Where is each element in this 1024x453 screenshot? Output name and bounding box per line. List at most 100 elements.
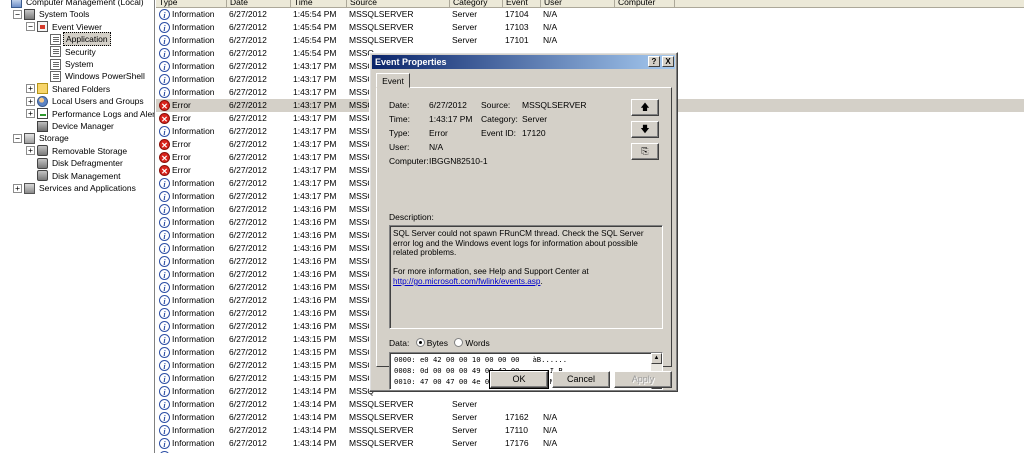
description-text: SQL Server could not spawn FRunCM thread… (393, 229, 644, 277)
apply-button[interactable]: Apply (614, 371, 672, 388)
column-header-category[interactable]: Category (450, 0, 503, 8)
type-label: Error (172, 139, 191, 149)
column-header-computer[interactable]: Computer (615, 0, 675, 8)
bytes-radio[interactable] (415, 338, 425, 347)
category-cell: Server (452, 425, 478, 435)
tree-item[interactable]: + Performance Logs and Alerts (26, 108, 154, 120)
column-header-event[interactable]: Event (503, 0, 541, 8)
type-label: Information (172, 399, 215, 409)
tree-item[interactable]: Windows PowerShell (39, 70, 147, 82)
time-cell: 1:43:14 PM (293, 399, 337, 409)
tree-item[interactable]: − Storage (13, 132, 71, 144)
description-box[interactable]: SQL Server could not spawn FRunCM thread… (389, 225, 663, 329)
cancel-button[interactable]: Cancel (552, 371, 610, 388)
date-cell: 6/27/2012 (229, 243, 267, 253)
close-button[interactable]: X (662, 56, 674, 67)
time-cell: 1:43:16 PM (293, 321, 337, 331)
information-icon: i (159, 334, 170, 345)
tree-item[interactable]: Security (39, 46, 98, 58)
tree-item[interactable]: Device Manager (26, 120, 116, 132)
source-cell: MSSQLSERVER (349, 425, 414, 435)
column-header-date[interactable]: Date (227, 0, 291, 8)
table-row[interactable]: iInformation6/27/20121:43:14 PMMSSQLSERV… (156, 398, 1024, 411)
tree-item[interactable]: − Event Viewer (26, 21, 104, 33)
column-header-type[interactable]: Type (156, 0, 227, 8)
dialog-titlebar[interactable]: Event Properties ? X (372, 55, 675, 69)
tab-event[interactable]: Event (376, 73, 410, 88)
expand-icon[interactable]: + (26, 96, 35, 106)
type-label: Information (172, 230, 215, 240)
table-row[interactable]: i Information 6/27/2012 1:45:54 PM MSSQLSERV… (156, 8, 1024, 21)
time-cell: 1:43:16 PM (293, 295, 337, 305)
time-cell: 1:43:17 PM (293, 61, 337, 71)
help-button[interactable]: ? (648, 56, 660, 67)
date-cell: 6/27/2012 (229, 74, 267, 84)
column-header-source[interactable]: Source (347, 0, 450, 8)
type-cell: iInformation (159, 21, 227, 34)
ok-button[interactable]: OK (489, 370, 549, 389)
user-cell: N/A (543, 35, 558, 45)
column-header-user[interactable]: User (541, 0, 615, 8)
tree-item[interactable]: Disk Defragmenter (26, 157, 125, 169)
tree-item[interactable]: + Local Users and Groups (26, 95, 146, 107)
type-label: Information (172, 256, 215, 266)
event-id-cell: 17103 (505, 22, 529, 32)
column-header-time[interactable]: Time (291, 0, 347, 8)
type-value: Error (429, 128, 448, 138)
expand-icon[interactable]: + (26, 84, 35, 94)
previous-event-button[interactable]: 🡅 (631, 99, 659, 116)
date-cell: 6/27/2012 (229, 230, 267, 240)
tree-item[interactable]: Disk Management (26, 170, 123, 182)
type-label: Information (172, 48, 215, 58)
computer-value: IBGGN82510-1 (429, 156, 488, 166)
tree-item[interactable]: Application (39, 32, 111, 47)
table-row[interactable]: iInformation6/27/20121:43:14 PMMSSQLSERV… (156, 411, 1024, 424)
dialog-title: Event Properties (375, 57, 447, 67)
user-cell: N/A (543, 425, 558, 435)
collapse-icon[interactable]: − (13, 9, 22, 19)
table-row[interactable]: i Information 6/27/2012 1:45:54 PM MSSQLSERV… (156, 21, 1024, 34)
information-icon: i (159, 412, 170, 423)
time-cell: 1:43:16 PM (293, 282, 337, 292)
help-link[interactable]: http://go.microsoft.com/fwlink/events.as… (393, 277, 540, 286)
tree-item[interactable]: System (39, 58, 95, 70)
information-icon: i (159, 204, 170, 215)
tree-item[interactable]: − System Tools (13, 8, 91, 20)
device-manager-icon (37, 120, 48, 132)
copy-event-button[interactable]: ⎘ (631, 143, 659, 160)
time-cell: 1:43:16 PM (293, 217, 337, 227)
source-value: MSSQLSERVER (522, 100, 587, 110)
tree-item-label: Disk Defragmenter (52, 158, 123, 169)
time-cell: 1:43:17 PM (293, 100, 337, 110)
next-event-button[interactable]: 🡇 (631, 121, 659, 138)
time-cell: 1:43:15 PM (293, 373, 337, 383)
date-cell: 6/27/2012 (229, 373, 267, 383)
type-cell: iInformation (159, 177, 227, 190)
tree-item[interactable]: + Removable Storage (26, 145, 129, 157)
expand-icon[interactable]: + (26, 146, 35, 156)
time-value: 1:43:17 PM (429, 114, 473, 124)
tree-item[interactable]: + Services and Applications (13, 182, 138, 194)
time-cell: 1:43:15 PM (293, 334, 337, 344)
category-cell: Server (452, 438, 478, 448)
scroll-up-icon[interactable]: ▲ (651, 353, 662, 364)
table-row[interactable]: iInformation6/27/20121:43:14 PMMSSQLSERV… (156, 437, 1024, 450)
date-cell: 6/27/2012 (229, 217, 267, 227)
information-icon: i (159, 74, 170, 85)
collapse-icon[interactable]: − (13, 133, 22, 143)
table-row[interactable]: iInformation6/27/20121:43:14 PMMSSQLSERV… (156, 424, 1024, 437)
expand-icon[interactable]: + (26, 109, 35, 119)
date-cell: 6/27/2012 (229, 126, 267, 136)
words-radio[interactable] (454, 338, 464, 347)
type-cell: iInformation (159, 47, 227, 60)
tree-item[interactable]: + Shared Folders (26, 83, 112, 95)
tree-item[interactable]: Computer Management (Local) (0, 0, 146, 8)
date-cell: 6/27/2012 (229, 295, 267, 305)
expand-icon[interactable]: + (13, 183, 22, 193)
error-icon: ✕ (159, 113, 170, 124)
type-cell: iInformation (159, 281, 227, 294)
collapse-icon[interactable]: − (26, 22, 35, 32)
date-cell: 6/27/2012 (229, 191, 267, 201)
type-label: Error (172, 113, 191, 123)
table-row[interactable]: i Information 6/27/2012 1:45:54 PM MSSQLSERV… (156, 34, 1024, 47)
